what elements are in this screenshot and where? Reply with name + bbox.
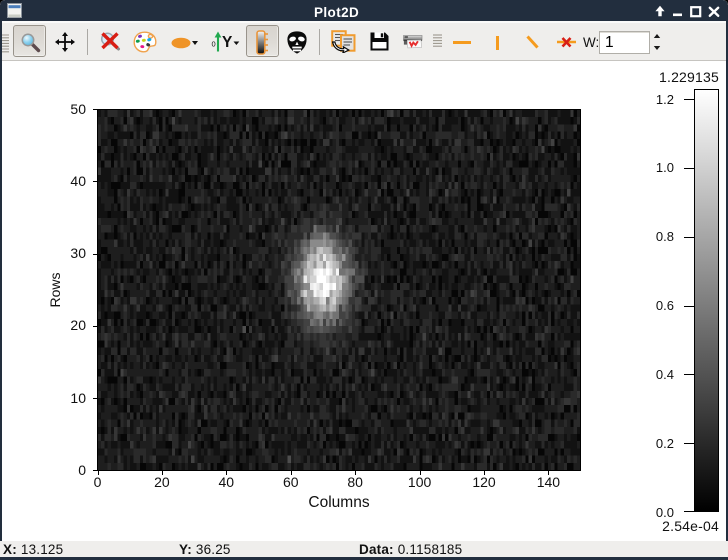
svg-text:Y: Y [222,34,233,51]
svg-text:0: 0 [212,40,216,49]
